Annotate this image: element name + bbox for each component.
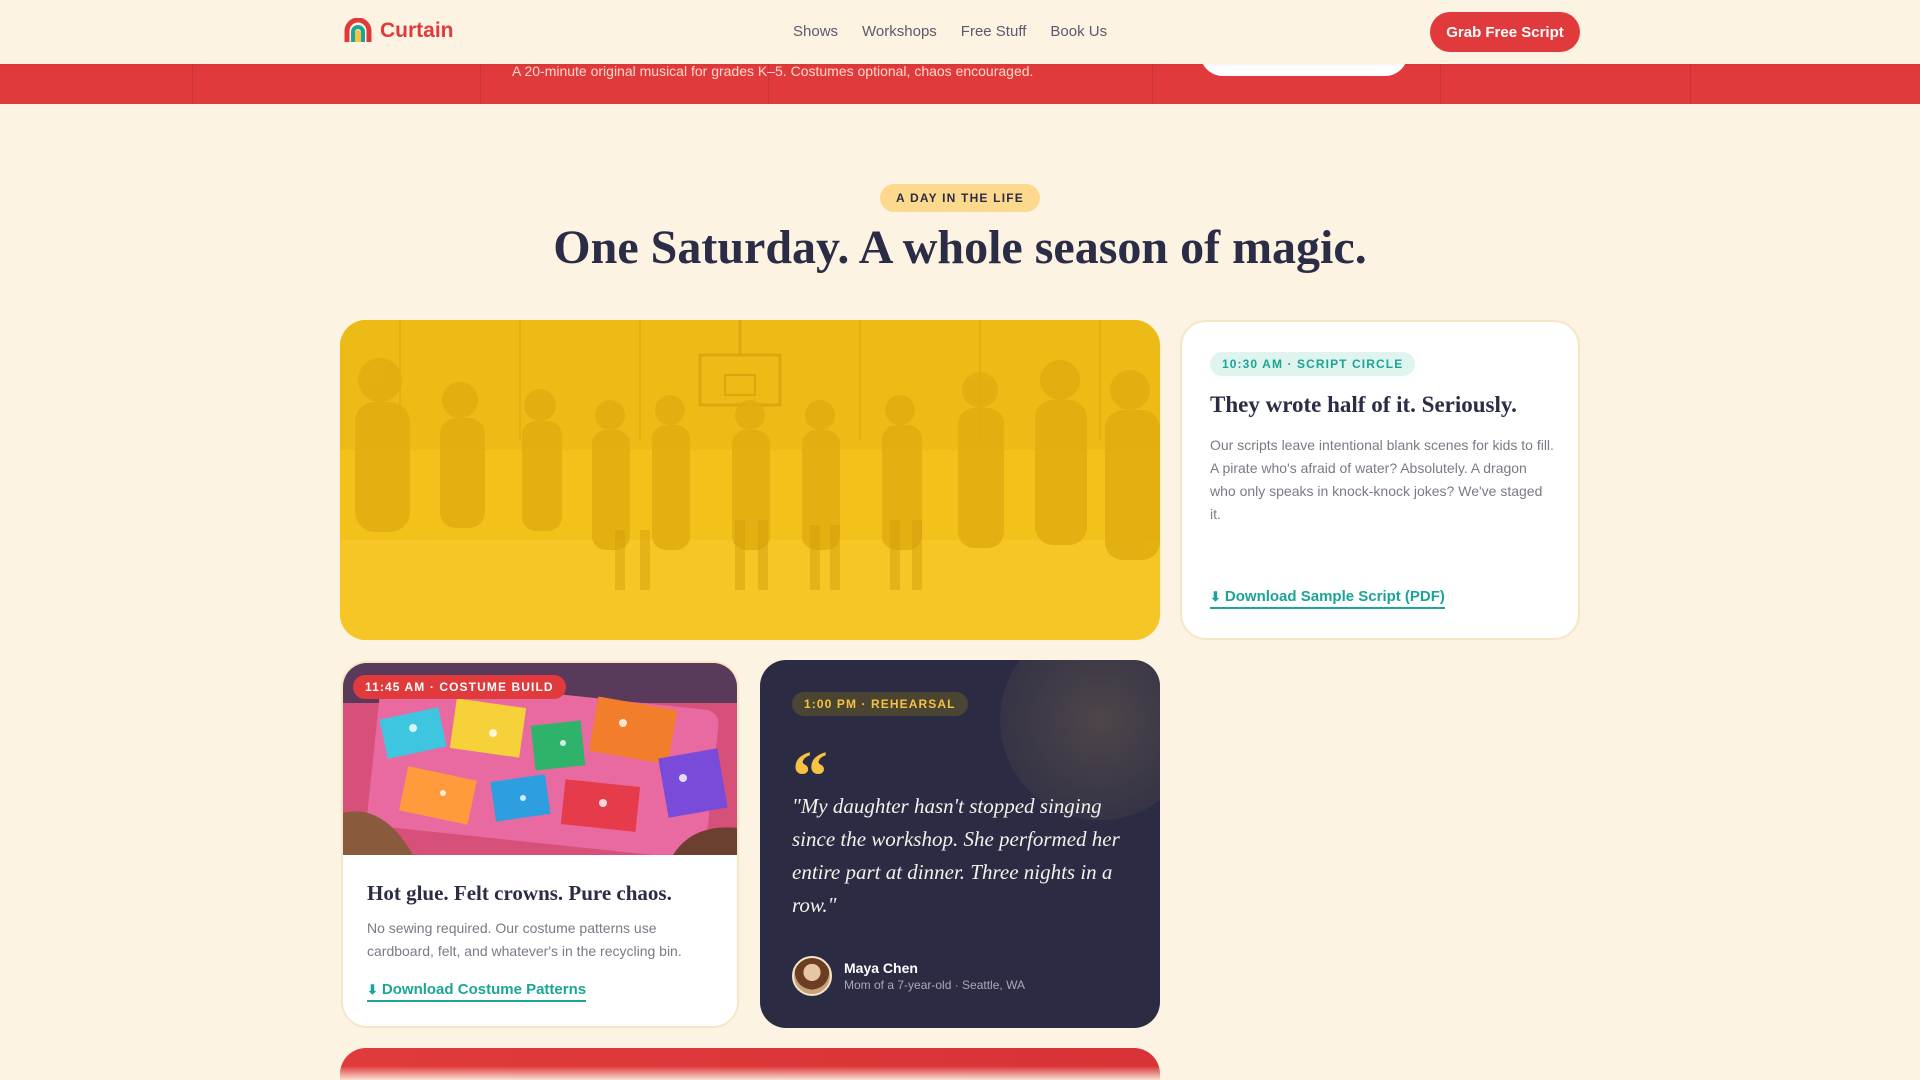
brand-logo[interactable]: Curtain	[344, 18, 454, 44]
download-icon: ⬇	[1210, 588, 1221, 604]
link-label: Download Sample Script (PDF)	[1224, 588, 1445, 605]
script-circle-card: 10:30 AM · SCRIPT CIRCLE They wrote half…	[1180, 320, 1580, 640]
avatar	[792, 956, 832, 996]
hero-subtitle: A 20-minute original musical for grades …	[512, 63, 1034, 79]
bottom-fade	[0, 1066, 1920, 1080]
nav-free-stuff[interactable]: Free Stuff	[961, 23, 1027, 40]
card-title: They wrote half of it. Seriously.	[1210, 392, 1517, 417]
testimonial-quote: "My daughter hasn't stopped singing sinc…	[792, 794, 1120, 917]
download-costume-patterns-link[interactable]: ⬇ Download Costume Patterns	[367, 981, 587, 1002]
link-label: Download Costume Patterns	[381, 981, 587, 998]
time-tag: 10:30 AM · SCRIPT CIRCLE	[1210, 352, 1416, 376]
costume-build-card: 11:45 AM · COSTUME BUILD Hot glue. Felt …	[341, 661, 739, 1028]
nav-workshops[interactable]: Workshops	[862, 23, 937, 40]
brand-name: Curtain	[380, 19, 454, 42]
time-tag: 1:00 PM · REHEARSAL	[792, 692, 968, 716]
card-title: Hot glue. Felt crowns. Pure chaos.	[367, 881, 672, 905]
section-eyebrow: A DAY IN THE LIFE	[880, 184, 1040, 212]
author-meta: Mom of a 7-year-old · Seattle, WA	[844, 978, 1025, 992]
nav-shows[interactable]: Shows	[793, 23, 838, 40]
download-icon: ⬇	[367, 981, 378, 997]
card-body: Our scripts leave intentional blank scen…	[1210, 437, 1554, 522]
kids-performing-photo	[340, 320, 1160, 640]
main-nav: Shows Workshops Free Stuff Book Us	[793, 23, 1107, 40]
site-header: Curtain Shows Workshops Free Stuff Book …	[0, 0, 1920, 64]
card-body: No sewing required. Our costume patterns…	[367, 920, 682, 959]
grab-free-script-button[interactable]: Grab Free Script	[1430, 12, 1580, 52]
nav-book-us[interactable]: Book Us	[1050, 23, 1107, 40]
download-sample-script-link[interactable]: ⬇ Download Sample Script (PDF)	[1210, 588, 1445, 609]
rehearsal-testimonial-card: 1:00 PM · REHEARSAL “ "My daughter hasn'…	[760, 660, 1160, 1028]
rainbow-curtain-icon	[344, 18, 372, 42]
section-title: One Saturday. A whole season of magic.	[553, 221, 1367, 274]
author-name: Maya Chen	[844, 960, 918, 976]
time-tag: 11:45 AM · COSTUME BUILD	[353, 675, 566, 699]
